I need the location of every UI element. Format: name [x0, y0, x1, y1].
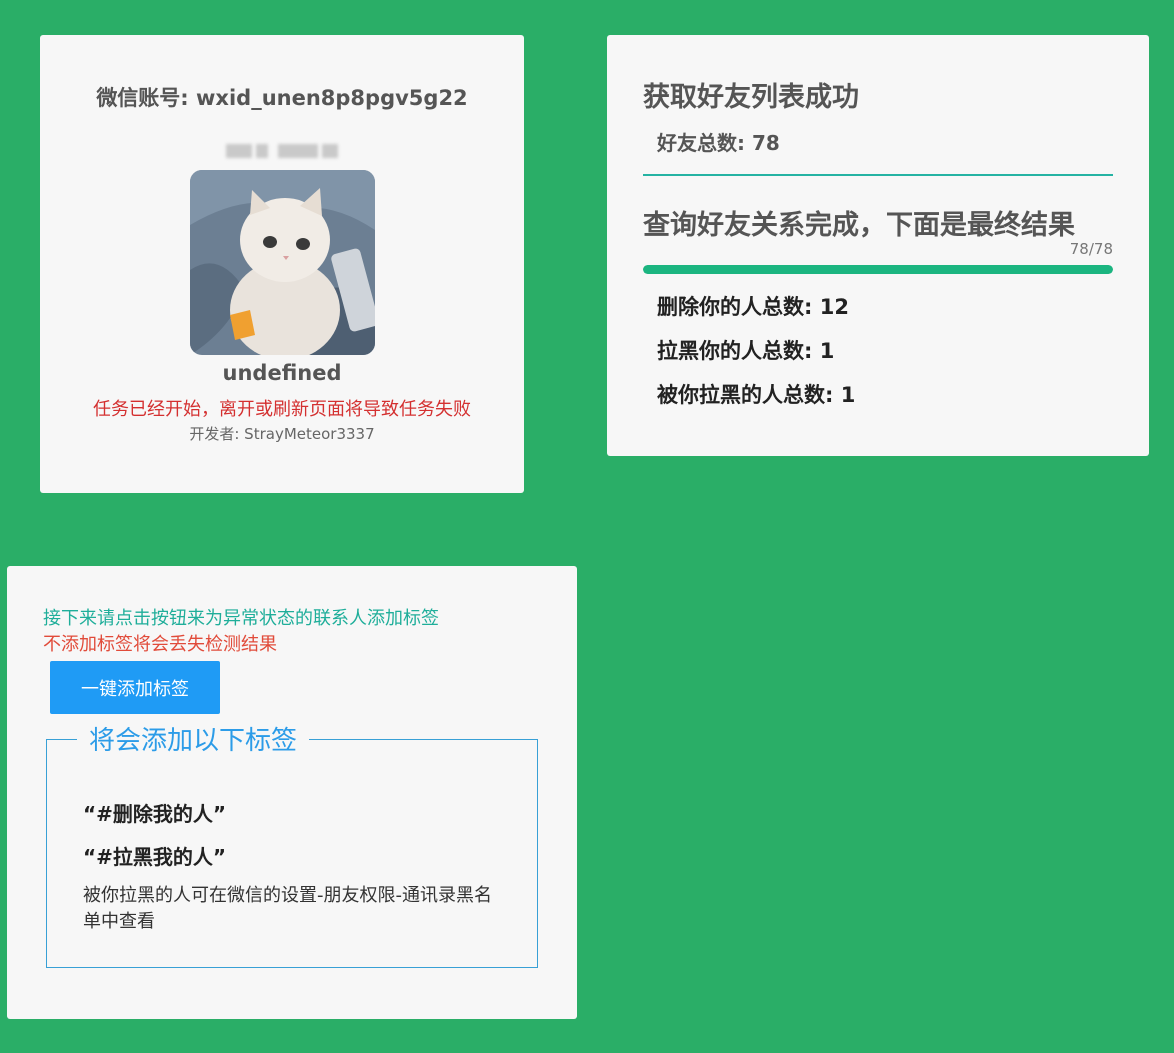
add-tags-button[interactable]: 一键添加标签 — [50, 661, 220, 714]
tagging-card: 接下来请点击按钮来为异常状态的联系人添加标签 不添加标签将会丢失检测结果 一键添… — [7, 566, 577, 1019]
divider — [643, 174, 1113, 176]
friends-total: 好友总数: 78 — [657, 131, 780, 155]
tag-preview-legend: 将会添加以下标签 — [77, 720, 310, 757]
tag-item-blocked: “#拉黑我的人” — [83, 845, 227, 869]
tag-instruction: 接下来请点击按钮来为异常状态的联系人添加标签 — [43, 608, 439, 629]
tag-preview-box: 将会添加以下标签 “#删除我的人” “#拉黑我的人” 被你拉黑的人可在微信的设置… — [46, 720, 538, 968]
account-id-title: 微信账号: wxid_unen8p8pgv5g22 — [96, 86, 468, 110]
task-warning: 任务已经开始，离开或刷新页面将导致任务失败 — [93, 399, 471, 420]
stat-blocked-by-you: 被你拉黑的人总数: 1 — [657, 383, 856, 407]
blocklist-note: 被你拉黑的人可在微信的设置-朋友权限-通讯录黑名单中查看 — [83, 885, 492, 932]
developer-credit: 开发者: StrayMeteor3337 — [189, 425, 375, 443]
progress-fill — [643, 265, 1113, 274]
stat-deleted: 删除你的人总数: 12 — [657, 295, 849, 319]
progress-count: 78/78 — [1069, 240, 1113, 258]
friends-list-heading: 获取好友列表成功 — [643, 82, 859, 113]
nickname: undefined — [222, 361, 342, 385]
tag-item-deleted: “#删除我的人” — [83, 802, 227, 826]
account-card: 微信账号: wxid_unen8p8pgv5g22 undefined 任务已经… — [40, 35, 524, 493]
tag-warning: 不添加标签将会丢失检测结果 — [43, 634, 277, 655]
stat-blocked-you: 拉黑你的人总数: 1 — [657, 339, 835, 363]
blurred-nickname — [222, 142, 342, 160]
avatar — [189, 170, 375, 355]
query-heading: 查询好友关系完成，下面是最终结果 — [643, 210, 1075, 241]
progress-bar — [643, 265, 1113, 274]
result-card: 获取好友列表成功 好友总数: 78 查询好友关系完成，下面是最终结果 78/78… — [607, 35, 1149, 456]
